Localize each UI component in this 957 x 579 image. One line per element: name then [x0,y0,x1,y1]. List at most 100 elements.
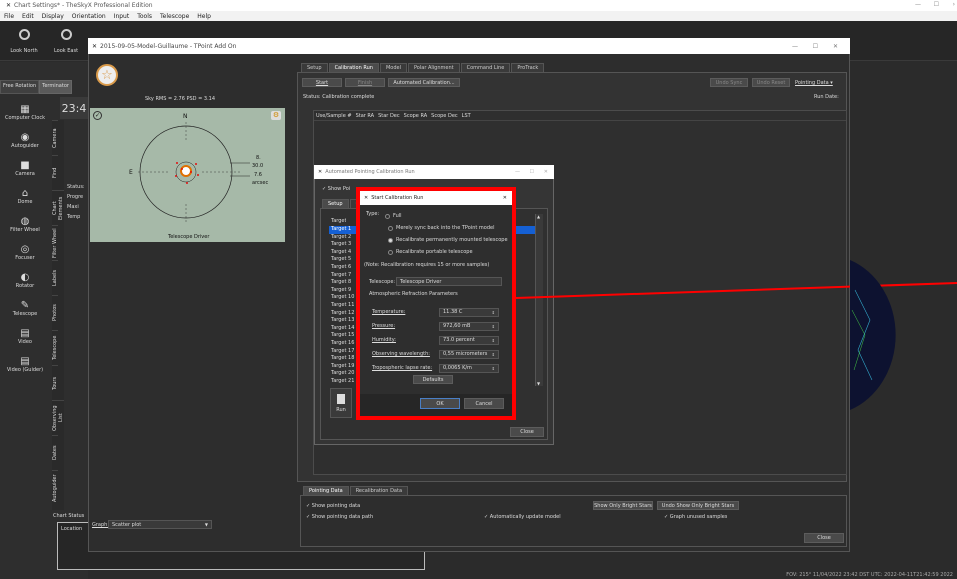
minimize-button[interactable]: — [915,1,921,8]
spinner-icon[interactable]: ⇕ [492,338,495,343]
show-pointing-path-option[interactable]: ✓ Show pointing data path [306,514,373,520]
device-autoguider[interactable]: ◉ Autoguider [0,126,50,154]
column-header[interactable]: Star Dec [378,113,400,119]
plot-settings-icon[interactable]: ⚙ [271,111,281,120]
type-option-0[interactable]: Full [385,210,510,222]
device-filter-wheel[interactable]: ◍ Filter Wheel [0,210,50,238]
run-button[interactable]: Run [330,388,352,418]
undo-sync-button[interactable]: Undo Sync [710,78,748,87]
vtab-autoguider[interactable]: Autoguider [52,470,58,505]
show-points-option[interactable]: ✓ Show Poi [322,186,350,192]
finish-button[interactable]: Finish [345,78,385,87]
spinner-icon[interactable]: ⇕ [492,366,495,371]
spinner-icon[interactable]: ⇕ [492,310,495,315]
device-dome[interactable]: ⌂ Dome [0,182,50,210]
graph-type-select[interactable]: Scatter plot ▼ [108,520,212,529]
vtab-camera[interactable]: Camera [52,120,58,155]
vtab-chart-elements[interactable]: Chart Elements [52,190,64,225]
auto-dialog-minimize-button[interactable]: — [515,169,520,175]
temp-label: Temp [67,214,81,220]
automated-calibration-button[interactable]: Automated Calibration... [388,78,460,87]
spinner-icon[interactable]: ⇕ [492,352,495,357]
type-option-2[interactable]: Recalibrate permanently mounted telescop… [385,234,510,246]
scroll-down-icon[interactable]: ▼ [537,381,540,386]
pointing-data-menu[interactable]: Pointing Data ▾ [795,80,833,86]
tab-calibration-run[interactable]: Calibration Run [328,63,379,72]
atmo-field-input[interactable]: 73.0 percent ⇕ [439,335,499,345]
cancel-button[interactable]: Cancel [464,398,504,409]
menu-file[interactable]: File [4,13,14,20]
device-video-guider[interactable]: ▤ Video (Guider) [0,350,50,378]
bright-stars-button[interactable]: Show Only Bright Stars [593,501,653,510]
look-east-button[interactable]: Look East [46,24,86,58]
column-header[interactable]: Scope RA [404,113,428,119]
vtab-dates[interactable]: Dates [52,435,58,470]
device-focuser[interactable]: ◎ Focuser [0,238,50,266]
menu-edit[interactable]: Edit [22,13,34,20]
ok-label: OK [436,400,444,407]
device-video[interactable]: ▤ Video [0,322,50,350]
undo-bright-stars-button[interactable]: Undo Show Only Bright Stars [657,501,739,510]
show-pointing-data-option[interactable]: ✓ Show pointing data [306,503,360,509]
start-dialog-close-button[interactable]: ✕ [503,195,507,201]
atmo-field-input[interactable]: 972,60 mB ⇕ [439,321,499,331]
column-header[interactable]: Scope Dec [431,113,458,119]
tpoint-close-button[interactable]: ✕ [833,43,838,50]
vtab-observing-list[interactable]: Observing List [52,400,64,435]
look-north-button[interactable]: Look North [4,24,44,58]
close-button[interactable]: › [953,1,955,8]
menu-input[interactable]: Input [114,13,130,20]
tpoint-close-bottom-button[interactable]: Close [804,533,844,543]
tab-command-line[interactable]: Command Line [460,63,511,72]
menu-tools[interactable]: Tools [137,13,152,20]
atmo-field-input[interactable]: 0,0065 K/m ⇕ [439,363,499,373]
menu-display[interactable]: Display [42,13,64,20]
tab-polar-alignment[interactable]: Polar Alignment [407,63,460,72]
tab-free-rotation[interactable]: Free Rotation [0,80,40,94]
atmo-field-input[interactable]: 0,55 micrometers ⇕ [439,349,499,359]
device-clock[interactable]: ▦ Computer Clock [0,98,50,126]
atmo-field-input[interactable]: 11.38 C ⇕ [439,307,499,317]
auto-dialog-close-bottom-button[interactable]: Close [510,427,544,437]
type-option-1[interactable]: Merely sync back into the TPoint model [385,222,510,234]
vtab-telescope[interactable]: Telescope [52,330,58,365]
vtab-find[interactable]: Find [52,155,58,190]
auto-update-option[interactable]: ✓ Automatically update model [484,514,561,520]
tab-pointing-data[interactable]: Pointing Data [303,486,349,495]
vtab-filter-wheel[interactable]: Filter Wheel [52,225,58,260]
run-icon [337,393,345,404]
vtab-tours[interactable]: Tours [52,365,58,400]
menu-orientation[interactable]: Orientation [72,13,106,20]
device-telescope[interactable]: ✎ Telescope [0,294,50,322]
scroll-up-icon[interactable]: ▲ [537,214,540,219]
spinner-icon[interactable]: ⇕ [492,324,495,329]
maximize-button[interactable]: ☐ [934,1,939,8]
show-pointing-data-label: Show pointing data [311,503,361,509]
menu-telescope[interactable]: Telescope [160,13,189,20]
tpoint-minimize-button[interactable]: — [792,43,798,50]
column-header[interactable]: Star RA [356,113,375,119]
column-header[interactable]: Use/Sample # [316,113,352,119]
telescope-field[interactable]: Telescope Driver [396,277,502,286]
defaults-button[interactable]: Defaults [413,375,453,384]
tab-model[interactable]: Model [379,63,407,72]
menu-help[interactable]: Help [197,13,211,20]
device-camera[interactable]: ■ Camera [0,154,50,182]
auto-tab-setup[interactable]: Setup [322,199,349,208]
auto-dialog-maximize-button[interactable]: ☐ [530,169,534,175]
tab-recalibration-data[interactable]: Recalibration Data [349,486,409,495]
tab-protrack[interactable]: ProTrack [511,63,545,72]
tab-terminator[interactable]: Terminator [39,80,72,94]
undo-reset-button[interactable]: Undo Reset [752,78,790,87]
device-rotator[interactable]: ◐ Rotator [0,266,50,294]
start-button[interactable]: Start [302,78,342,87]
tpoint-maximize-button[interactable]: ☐ [813,43,818,50]
graph-unused-option[interactable]: ✓ Graph unused samples [664,514,727,520]
tab-setup[interactable]: Setup [301,63,328,72]
vtab-labels[interactable]: Labels [52,260,58,295]
auto-dialog-close-button[interactable]: ✕ [544,169,548,175]
vtab-photos[interactable]: Photos [52,295,58,330]
column-header[interactable]: LST [462,113,471,119]
type-option-3[interactable]: Recalibrate portable telescope [385,246,510,258]
ok-button[interactable]: OK [420,398,460,409]
